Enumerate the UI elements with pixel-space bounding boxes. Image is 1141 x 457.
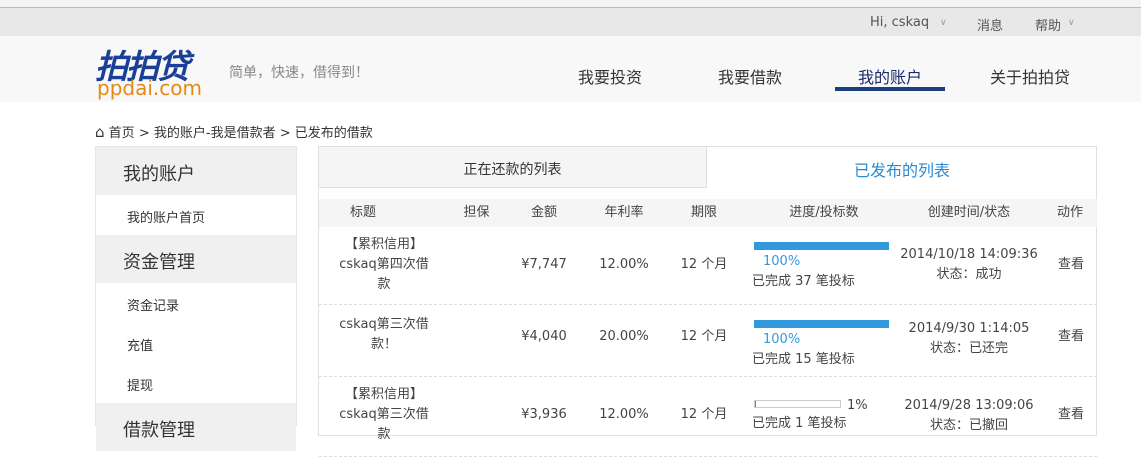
bid-count: 已完成 37 笔投标 bbox=[752, 274, 855, 289]
loan-amount: ¥3,936 bbox=[521, 407, 567, 422]
breadcrumb-level1[interactable]: 我的账户-我是借款者 bbox=[154, 126, 276, 141]
loan-amount: ¥7,747 bbox=[521, 257, 567, 272]
loan-status: 状态：成功 bbox=[936, 267, 1002, 282]
view-link[interactable]: 查看 bbox=[1051, 405, 1091, 425]
created-time: 2014/10/18 14:09:36 bbox=[900, 247, 1038, 262]
browser-chrome bbox=[0, 0, 1141, 8]
loan-term: 12 个月 bbox=[680, 407, 728, 422]
help-menu[interactable]: 帮助 bbox=[1035, 15, 1061, 34]
col-rate: 年利率 bbox=[604, 205, 644, 220]
loan-status: 状态：已撤回 bbox=[929, 418, 1008, 433]
table-row: cskaq第三次借款！ ¥4,040 20.00% 12 个月 100% 已完成 15 笔… bbox=[319, 305, 1097, 377]
created-time: 2014/9/28 13:09:06 bbox=[904, 398, 1034, 413]
sidebar-heading-funds: 资金管理 bbox=[96, 235, 296, 283]
table-row: 【累积信用】cskaq第四次借款 ¥7,747 12.00% 12 个月 100% 已完成… bbox=[319, 227, 1097, 305]
chevron-down-icon: ∨ bbox=[940, 18, 947, 28]
loan-status: 状态：已还完 bbox=[929, 341, 1008, 356]
col-action: 动作 bbox=[1056, 205, 1083, 220]
top-bar: Hi, cskaq ∨ 消息 帮助 ∨ bbox=[0, 8, 1141, 36]
col-title: 标题 bbox=[349, 205, 376, 220]
sidebar-item-withdraw[interactable]: 提现 bbox=[96, 363, 296, 403]
bid-count: 已完成 1 笔投标 bbox=[752, 416, 847, 431]
tab-published[interactable]: 已发布的列表 bbox=[707, 147, 1097, 188]
nav-my-account[interactable]: 我的账户 bbox=[858, 64, 922, 88]
sidebar-item-deposit[interactable]: 充值 bbox=[96, 323, 296, 363]
loan-amount: ¥4,040 bbox=[521, 329, 567, 344]
nav-borrow[interactable]: 我要借款 bbox=[718, 64, 782, 88]
table-row: 【累积信用】cskaq第三次借款 ¥3,936 12.00% 12 个月 1% 已完成 1… bbox=[319, 377, 1097, 457]
header: 拍拍贷 ppdai.com 简单，快速，借得到！ 我要投资 我要借款 我的账户 … bbox=[0, 36, 1141, 102]
messages-link[interactable]: 消息 bbox=[977, 15, 1003, 34]
table-header: 标题 担保 金额 年利率 期限 进度/投标数 创建时间/状态 动作 bbox=[319, 199, 1097, 227]
created-time: 2014/9/30 1:14:05 bbox=[908, 321, 1030, 336]
progress-percent: 100% bbox=[763, 332, 801, 347]
progress-fill bbox=[755, 321, 888, 327]
progress-percent: 1% bbox=[847, 398, 868, 413]
nav-active-indicator bbox=[835, 87, 945, 91]
breadcrumb-current: 已发布的借款 bbox=[294, 126, 373, 141]
user-menu[interactable]: Hi, cskaq bbox=[870, 15, 929, 30]
breadcrumb: ⌂ 首页 > 我的账户-我是借款者 > 已发布的借款 bbox=[95, 122, 373, 141]
nav-invest[interactable]: 我要投资 bbox=[578, 64, 642, 88]
progress-bar bbox=[754, 242, 889, 250]
nav-about[interactable]: 关于拍拍贷 bbox=[990, 64, 1070, 88]
chevron-down-icon: ∨ bbox=[1068, 18, 1075, 28]
progress-fill bbox=[755, 243, 888, 249]
breadcrumb-home[interactable]: 首页 bbox=[109, 126, 135, 141]
loan-rate: 12.00% bbox=[599, 407, 649, 422]
home-icon: ⌂ bbox=[95, 123, 105, 141]
slogan: 简单，快速，借得到！ bbox=[229, 65, 369, 81]
col-amount: 金额 bbox=[530, 205, 557, 220]
loan-rate: 12.00% bbox=[599, 257, 649, 272]
col-guarantee: 担保 bbox=[463, 205, 490, 220]
loan-title: cskaq第三次借款！ bbox=[339, 317, 429, 352]
progress-fill bbox=[755, 401, 756, 407]
view-link[interactable]: 查看 bbox=[1051, 327, 1091, 347]
bid-count: 已完成 15 笔投标 bbox=[752, 352, 855, 367]
loan-term: 12 个月 bbox=[680, 329, 728, 344]
progress-bar bbox=[754, 400, 841, 408]
breadcrumb-sep: > bbox=[138, 126, 150, 141]
loan-term: 12 个月 bbox=[680, 257, 728, 272]
col-created: 创建时间/状态 bbox=[927, 205, 1011, 220]
view-link[interactable]: 查看 bbox=[1051, 255, 1091, 275]
progress-percent: 100% bbox=[763, 254, 801, 269]
loan-panel: 正在还款的列表 已发布的列表 标题 担保 金额 年利率 期限 进度/投标数 创建… bbox=[318, 146, 1097, 457]
col-progress: 进度/投标数 bbox=[789, 205, 859, 220]
sidebar: 我的账户 我的账户首页 资金管理 资金记录 充值 提现 借款管理 bbox=[95, 146, 297, 451]
breadcrumb-sep: > bbox=[279, 126, 291, 141]
sidebar-item-account-home[interactable]: 我的账户首页 bbox=[96, 195, 296, 235]
loan-title: 【累积信用】cskaq第四次借款 bbox=[339, 237, 429, 292]
loan-title: 【累积信用】cskaq第三次借款 bbox=[339, 387, 429, 442]
tab-repaying[interactable]: 正在还款的列表 bbox=[319, 147, 707, 188]
sidebar-heading-loans: 借款管理 bbox=[96, 403, 296, 451]
logo-domain[interactable]: ppdai.com bbox=[97, 76, 202, 100]
progress-bar bbox=[754, 320, 889, 328]
sidebar-item-fund-records[interactable]: 资金记录 bbox=[96, 283, 296, 323]
sidebar-heading-account: 我的账户 bbox=[96, 147, 296, 195]
loan-rate: 20.00% bbox=[599, 329, 649, 344]
col-term: 期限 bbox=[690, 205, 717, 220]
